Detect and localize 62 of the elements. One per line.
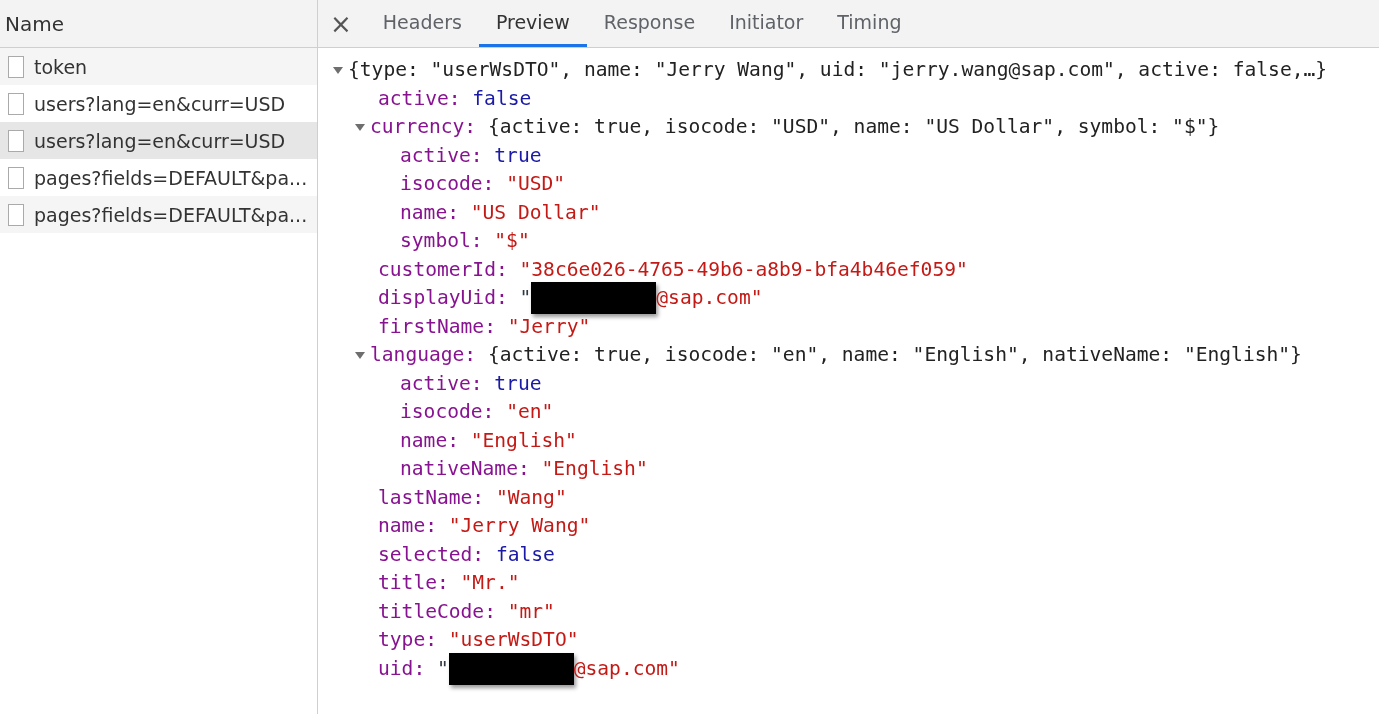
property-key: isocode: bbox=[400, 170, 495, 199]
boolean-value: true bbox=[494, 370, 542, 397]
object-summary: {type: "userWsDTO", name: "Jerry Wang", uid: "jerry.wang@sap.com", active: false,…} bbox=[348, 57, 1328, 83]
tab[interactable]: Response bbox=[586, 0, 713, 47]
string-value: "USD" bbox=[506, 171, 566, 197]
property-key: active: bbox=[400, 141, 483, 170]
property-key: uid: bbox=[378, 654, 426, 683]
property-key: active: bbox=[400, 369, 483, 398]
request-row[interactable]: users?lang=en&curr=USD bbox=[0, 85, 317, 122]
string-value: "Jerry Wang" bbox=[448, 513, 591, 539]
property-key: name: bbox=[378, 512, 437, 541]
string-value: "English" bbox=[541, 456, 648, 482]
string-value: "US Dollar" bbox=[470, 199, 601, 226]
property-key: name: bbox=[400, 198, 459, 227]
request-row[interactable]: users?lang=en&curr=USD bbox=[0, 122, 317, 159]
property-key: titleCode: bbox=[378, 597, 496, 626]
request-row[interactable]: pages?fields=DEFAULT&pa... bbox=[0, 159, 317, 196]
string-value: "Wang" bbox=[495, 484, 567, 511]
tab[interactable]: Preview bbox=[478, 0, 587, 47]
property-key: selected: bbox=[378, 540, 485, 569]
property-key: language: bbox=[370, 341, 477, 370]
tab[interactable]: Headers bbox=[365, 0, 479, 47]
string-value: "Jerry" bbox=[507, 313, 591, 340]
string-value: "$" bbox=[494, 228, 530, 254]
document-icon bbox=[8, 129, 24, 152]
string-value: "English" bbox=[470, 427, 577, 454]
close-button[interactable]: × bbox=[318, 0, 366, 47]
property-key: nativeName: bbox=[400, 455, 530, 484]
property-key: name: bbox=[400, 426, 459, 455]
document-icon bbox=[8, 92, 24, 115]
document-icon bbox=[8, 55, 24, 78]
object-summary: {active: true, isocode: "USD", name: "US Dollar", symbol: "$"} bbox=[487, 114, 1220, 140]
column-header[interactable]: Name bbox=[5, 11, 64, 36]
request-row[interactable]: pages?fields=DEFAULT&pa... bbox=[0, 196, 317, 233]
property-key: customerId: bbox=[378, 255, 508, 284]
boolean-value: true bbox=[494, 142, 542, 169]
tab[interactable]: Initiator bbox=[712, 0, 821, 47]
string-value: @sap.com" bbox=[573, 655, 680, 682]
property-key: active: bbox=[378, 84, 461, 113]
property-key: firstName: bbox=[378, 312, 496, 341]
boolean-value: false bbox=[495, 541, 555, 568]
document-icon bbox=[8, 166, 24, 189]
object-summary: {active: true, isocode: "en", name: "English", nativeName: "English"} bbox=[487, 342, 1302, 368]
property-key: type: bbox=[378, 626, 437, 655]
property-key: symbol: bbox=[400, 227, 483, 256]
string-value: "Mr." bbox=[460, 570, 520, 596]
property-key: currency: bbox=[370, 113, 477, 142]
request-row[interactable]: token bbox=[0, 48, 317, 85]
property-key: title: bbox=[378, 569, 449, 598]
string-value: @sap.com" bbox=[656, 285, 763, 311]
string-value: "userWsDTO" bbox=[448, 627, 579, 653]
string-value: "en" bbox=[506, 399, 554, 425]
string-value: "38c6e026-4765-49b6-a8b9-bfa4b46ef059" bbox=[519, 256, 968, 283]
document-icon bbox=[8, 203, 24, 226]
property-key: displayUid: bbox=[378, 284, 508, 313]
property-key: isocode: bbox=[400, 398, 495, 427]
string-value: "mr" bbox=[507, 598, 555, 625]
quote-mark: " bbox=[436, 655, 449, 682]
boolean-value: false bbox=[472, 85, 532, 112]
property-key: lastName: bbox=[378, 483, 485, 512]
quote-mark: " bbox=[519, 285, 532, 311]
tab[interactable]: Timing bbox=[820, 0, 919, 47]
